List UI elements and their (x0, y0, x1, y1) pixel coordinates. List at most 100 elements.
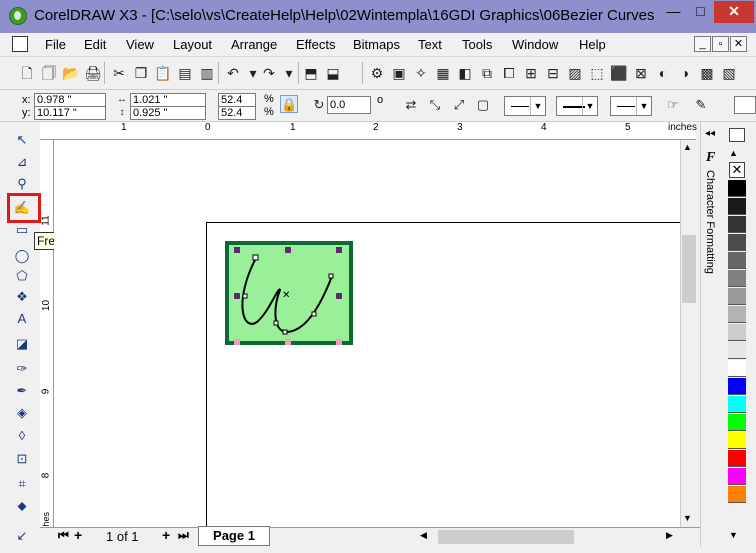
group-icon[interactable]: ⧉ (478, 63, 496, 83)
align-icon[interactable]: ⊠ (632, 63, 650, 83)
eyedropper-icon[interactable]: ✑ (12, 359, 32, 379)
palette-scroll-up-icon[interactable]: ▲ (729, 148, 738, 158)
line-style-dropdown[interactable]: ▼ (556, 96, 598, 116)
smart-drawing-icon[interactable]: ▭ (12, 220, 32, 240)
pick-icon[interactable]: ↖ (12, 130, 32, 150)
no-color-swatch-icon[interactable]: ✕ (729, 162, 745, 178)
paste-special-icon[interactable]: ▤ (176, 63, 194, 83)
smart-fill-icon[interactable]: ⬥ (12, 496, 32, 516)
y-position-field[interactable]: 10.117 " (34, 106, 106, 120)
ellipse-icon[interactable]: ◯ (12, 246, 32, 266)
break-apart-icon[interactable]: ⊟ (544, 63, 562, 83)
open-icon[interactable]: 📂 (62, 63, 80, 83)
menu-edit[interactable]: Edit (84, 37, 106, 55)
polygon-icon[interactable]: ⬠ (12, 266, 32, 286)
outline-width-field[interactable] (734, 96, 756, 114)
close-button[interactable]: ✕ (714, 1, 754, 23)
menu-file[interactable]: File (45, 37, 66, 55)
docker-tab-character-formatting[interactable]: Character Formatting (704, 170, 716, 274)
welcome-screen-icon[interactable]: ▦ (434, 63, 452, 83)
color-swatch[interactable] (728, 360, 746, 377)
vertical-scroll-thumb[interactable] (682, 235, 696, 303)
import-icon[interactable]: ⬒ (302, 63, 320, 83)
color-swatch[interactable] (728, 342, 746, 359)
auto-close-curve-icon[interactable]: ⤢ (450, 96, 468, 114)
palette-menu-icon[interactable] (729, 128, 745, 142)
zoom-icon[interactable]: ⚲ (12, 174, 32, 194)
selection-handle[interactable] (234, 247, 240, 253)
color-swatch[interactable] (728, 414, 746, 431)
selection-handle[interactable] (285, 247, 291, 253)
character-formatting-icon[interactable]: F (706, 150, 715, 166)
last-page-icon[interactable]: ⏭ (178, 528, 189, 543)
text-icon[interactable]: A (12, 309, 32, 329)
add-page-before-icon[interactable]: + (74, 527, 82, 543)
scroll-down-arrow-icon[interactable]: ▼ (683, 513, 692, 523)
wrap-text-icon[interactable]: ☞ (664, 96, 682, 114)
vertical-ruler[interactable] (40, 140, 54, 527)
page-tab[interactable]: Page 1 (198, 526, 270, 546)
color-swatch[interactable] (728, 378, 746, 395)
paste-icon[interactable]: 📋 (154, 63, 172, 83)
first-page-icon[interactable]: ⏮ (58, 528, 69, 543)
add-page-after-icon[interactable]: + (162, 527, 170, 543)
color-swatch[interactable] (728, 288, 746, 305)
color-swatch[interactable] (728, 234, 746, 251)
palette-scroll-down-icon[interactable]: ▼ (729, 530, 738, 540)
color-swatch[interactable] (728, 270, 746, 287)
menu-text[interactable]: Text (418, 37, 442, 55)
vertical-scrollbar[interactable] (680, 140, 698, 527)
horizontal-ruler[interactable] (40, 122, 696, 140)
mdi-minimize-button[interactable]: _ (694, 36, 711, 52)
color-swatch[interactable] (728, 432, 746, 449)
color-swatch[interactable] (728, 486, 746, 503)
curve-node[interactable] (282, 329, 288, 335)
color-swatch[interactable] (728, 324, 746, 341)
publish-pdf-icon[interactable]: ▣ (390, 63, 408, 83)
curve-node[interactable] (311, 311, 317, 317)
color-swatch[interactable] (728, 450, 746, 467)
application-launcher-icon[interactable]: ⚙ (368, 63, 386, 83)
convert-to-curves-icon[interactable]: ◐ (654, 63, 672, 83)
redo-icon[interactable]: ↷ (260, 63, 278, 83)
selection-handle[interactable] (234, 339, 240, 345)
selection-handle[interactable] (234, 293, 240, 299)
end-arrowhead-dropdown[interactable]: ▼ (610, 96, 652, 116)
color-swatch[interactable] (728, 306, 746, 323)
mesh-icon[interactable]: ⊡ (12, 449, 32, 469)
x-position-field[interactable]: 0.978 " (34, 93, 106, 107)
color-swatch[interactable] (728, 468, 746, 485)
clipboard-icon[interactable]: ▥ (198, 63, 216, 83)
interactive-blend-icon[interactable]: ◪ (12, 334, 32, 354)
curve-node[interactable] (328, 273, 334, 279)
export-icon[interactable]: ⬓ (324, 63, 342, 83)
height-field[interactable]: 0.925 " (130, 106, 206, 120)
crop-icon[interactable]: ⌗ (12, 474, 32, 494)
selection-handle[interactable] (336, 293, 342, 299)
mirror-vertical-icon[interactable]: ⤡ (426, 96, 444, 114)
ungroup-icon[interactable]: ⧠ (500, 63, 518, 83)
mdi-restore-button[interactable]: ▫ (712, 36, 729, 52)
selected-curve-object[interactable]: ✕ (224, 240, 356, 348)
scroll-up-arrow-icon[interactable]: ▲ (683, 142, 692, 152)
new-from-template-icon[interactable]: 🗍 (40, 63, 58, 83)
scroll-left-arrow-icon[interactable]: ◀ (420, 530, 427, 541)
color-swatch[interactable] (728, 252, 746, 269)
scale-height-field[interactable]: 52.4 (218, 106, 256, 120)
scroll-right-arrow-icon[interactable]: ▶ (666, 530, 673, 541)
menu-window[interactable]: Window (512, 37, 558, 55)
fill-icon[interactable]: ◈ (12, 403, 32, 423)
to-back-icon[interactable]: ⬛ (610, 63, 628, 83)
selection-handle[interactable] (336, 339, 342, 345)
redo-dropdown-icon[interactable]: ▾ (280, 63, 298, 83)
cut-icon[interactable]: ✂ (110, 63, 128, 83)
lock-ratio-icon[interactable]: 🔒 (280, 95, 298, 113)
curve-node[interactable] (252, 254, 259, 261)
color-swatch[interactable] (728, 180, 746, 197)
object-manager-icon[interactable]: ▧ (720, 63, 738, 83)
to-front-icon[interactable]: ⬚ (588, 63, 606, 83)
undo-icon[interactable]: ↶ (224, 63, 242, 83)
menu-tools[interactable]: Tools (462, 37, 492, 55)
mirror-horizontal-icon[interactable]: ⇄ (402, 96, 420, 114)
print-icon[interactable]: 🖨 (84, 63, 102, 83)
